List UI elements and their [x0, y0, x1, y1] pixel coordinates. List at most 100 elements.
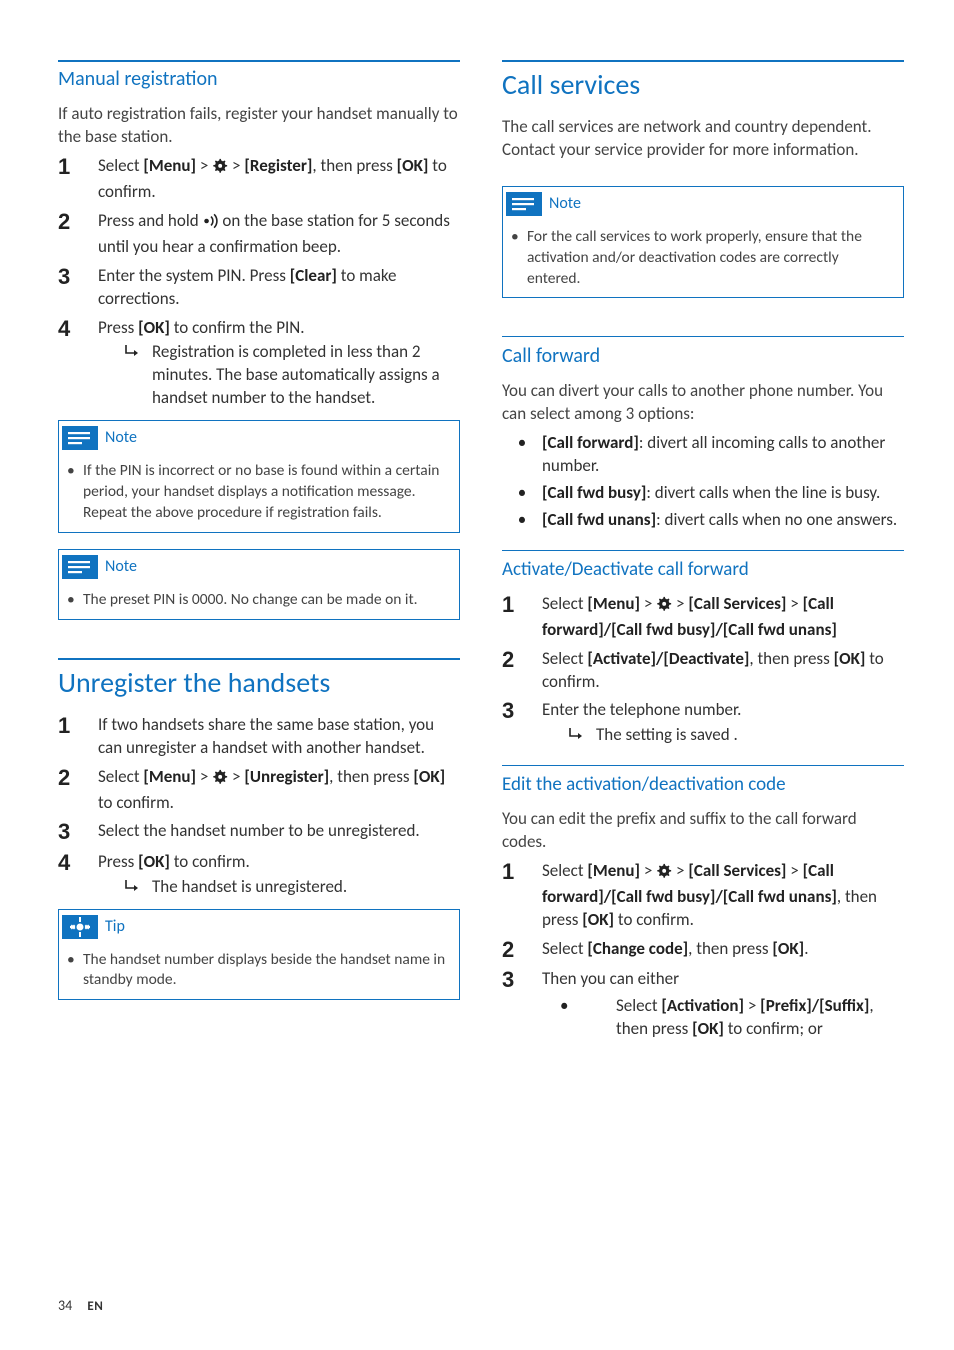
menu-ref: [Register]	[244, 155, 312, 176]
steps-manual-registration: 1 Select [Menu] > > [Register], then pre…	[58, 155, 460, 410]
menu-ref: [Menu]	[587, 860, 640, 881]
step-4: 4 Press [OK] to confirm the PIN. Registr…	[58, 317, 460, 411]
callout-label: Tip	[101, 916, 125, 938]
result-text: Registration is completed in less than 2…	[152, 341, 460, 410]
t: Enter the telephone number.	[542, 699, 741, 720]
t: Press	[98, 317, 138, 338]
divider	[502, 60, 904, 62]
t: : divert calls when no one answers.	[656, 509, 897, 530]
callout-head: Note	[59, 421, 459, 455]
t: >	[640, 593, 656, 614]
steps-unregister: 1 If two handsets share the same base st…	[58, 714, 460, 899]
step-1: 1 If two handsets share the same base st…	[58, 714, 460, 760]
key-ref: [OK]	[138, 317, 170, 338]
left-column: Manual registration If auto registration…	[58, 60, 460, 1061]
divider	[502, 336, 904, 337]
menu-ref: [Call Services]	[688, 860, 786, 881]
menu-ref: [Call fwd unans]	[542, 509, 656, 530]
step-1: 1 Select [Menu] > > [Call Services] > [C…	[502, 593, 904, 642]
menu-ref: [Call fwd busy]	[542, 482, 646, 503]
note-icon	[59, 554, 101, 580]
divider	[58, 658, 460, 660]
t: Then you can either	[542, 968, 679, 989]
gear-icon	[212, 769, 228, 792]
note-icon	[59, 425, 101, 451]
t: >	[196, 766, 212, 787]
callout-head: Note	[503, 187, 903, 221]
t: >	[786, 593, 802, 614]
gear-icon	[656, 863, 672, 886]
menu-ref: [Change code]	[587, 938, 688, 959]
result: The setting is saved .	[542, 724, 904, 747]
menu-ref: [Call Services]	[688, 593, 786, 614]
page-number: 34	[58, 1297, 72, 1314]
intro-text: The call services are network and countr…	[502, 116, 904, 162]
heading-unregister: Unregister the handsets	[58, 664, 460, 702]
sub-options: Select [Activation] > [Prefix]/[Suffix],…	[542, 995, 904, 1041]
step-text: Then you can either Select [Activation] …	[542, 968, 904, 1051]
step-number: 1	[502, 593, 542, 617]
t: >	[640, 860, 656, 881]
t: to confirm; or	[724, 1018, 823, 1039]
key-ref: [OK]	[397, 155, 429, 176]
t: Select	[542, 648, 587, 669]
menu-ref: [Activate]/[Deactivate]	[587, 648, 749, 669]
callout-body: The preset PIN is 0000. No change can be…	[59, 584, 459, 619]
heading-edit-code: Edit the activation/deactivation code	[502, 772, 904, 798]
t: Select	[98, 766, 143, 787]
step-number: 4	[58, 317, 98, 341]
step-text: Press and hold on the base station for 5…	[98, 210, 460, 259]
callout-label: Note	[545, 193, 581, 215]
callout-label: Note	[101, 556, 137, 578]
step-text: If two handsets share the same base stat…	[98, 714, 460, 760]
step-2: 2 Select [Change code], then press [OK].	[502, 938, 904, 962]
key-ref: [OK]	[582, 909, 614, 930]
t: >	[196, 155, 212, 176]
step-text: Select [Menu] > > [Register], then press…	[98, 155, 460, 204]
options-list: [Call forward]: divert all incoming call…	[502, 432, 904, 532]
step-2: 2 Select [Menu] > > [Unregister], then p…	[58, 766, 460, 815]
step-number: 2	[502, 938, 542, 962]
step-number: 3	[58, 820, 98, 844]
t: .	[804, 938, 808, 959]
result-arrow-icon	[568, 724, 596, 742]
step-number: 3	[502, 968, 542, 992]
step-text: Select [Menu] > > [Unregister], then pre…	[98, 766, 460, 815]
t: Select	[98, 155, 143, 176]
t: , then press	[749, 648, 833, 669]
result: The handset is unregistered.	[98, 876, 460, 899]
step-3: 3 Enter the telephone number. The settin…	[502, 699, 904, 747]
callout-label: Note	[101, 427, 137, 449]
steps-edit: 1 Select [Menu] > > [Call Services] > [C…	[502, 860, 904, 1051]
list-item: Select [Activation] > [Prefix]/[Suffix],…	[542, 995, 904, 1041]
t: , then press	[312, 155, 396, 176]
result: Registration is completed in less than 2…	[98, 341, 460, 410]
callout-body: If the PIN is incorrect or no base is fo…	[59, 455, 459, 532]
menu-ref: [Call forward]	[542, 432, 639, 453]
step-number: 2	[502, 648, 542, 672]
step-text: Select [Menu] > > [Call Services] > [Cal…	[542, 593, 904, 642]
step-number: 1	[502, 860, 542, 884]
t: to confirm.	[98, 792, 174, 813]
menu-ref: [Menu]	[587, 593, 640, 614]
list-item: [Call forward]: divert all incoming call…	[502, 432, 904, 478]
menu-ref: [Activation]	[661, 995, 744, 1016]
result-text: The setting is saved .	[596, 724, 738, 747]
page-lang: EN	[87, 1299, 103, 1314]
callout-body: For the call services to work properly, …	[503, 221, 903, 298]
t: For the call services to work properly, …	[527, 227, 895, 290]
step-number: 3	[58, 265, 98, 289]
result-arrow-icon	[124, 876, 152, 894]
result-arrow-icon	[124, 341, 152, 359]
step-text: Enter the system PIN. Press [Clear] to m…	[98, 265, 460, 311]
divider	[502, 550, 904, 551]
step-3: 3 Select the handset number to be unregi…	[58, 820, 460, 844]
step-2: 2 Select [Activate]/[Deactivate], then p…	[502, 648, 904, 694]
t: , then press	[329, 766, 413, 787]
t: Select	[542, 593, 587, 614]
heading-activate-deactivate: Activate/Deactivate call forward	[502, 557, 904, 583]
result-text: The handset is unregistered.	[152, 876, 347, 899]
step-number: 1	[58, 714, 98, 738]
t: Press and hold	[98, 210, 203, 231]
list-item: [Call fwd unans]: divert calls when no o…	[502, 509, 904, 532]
